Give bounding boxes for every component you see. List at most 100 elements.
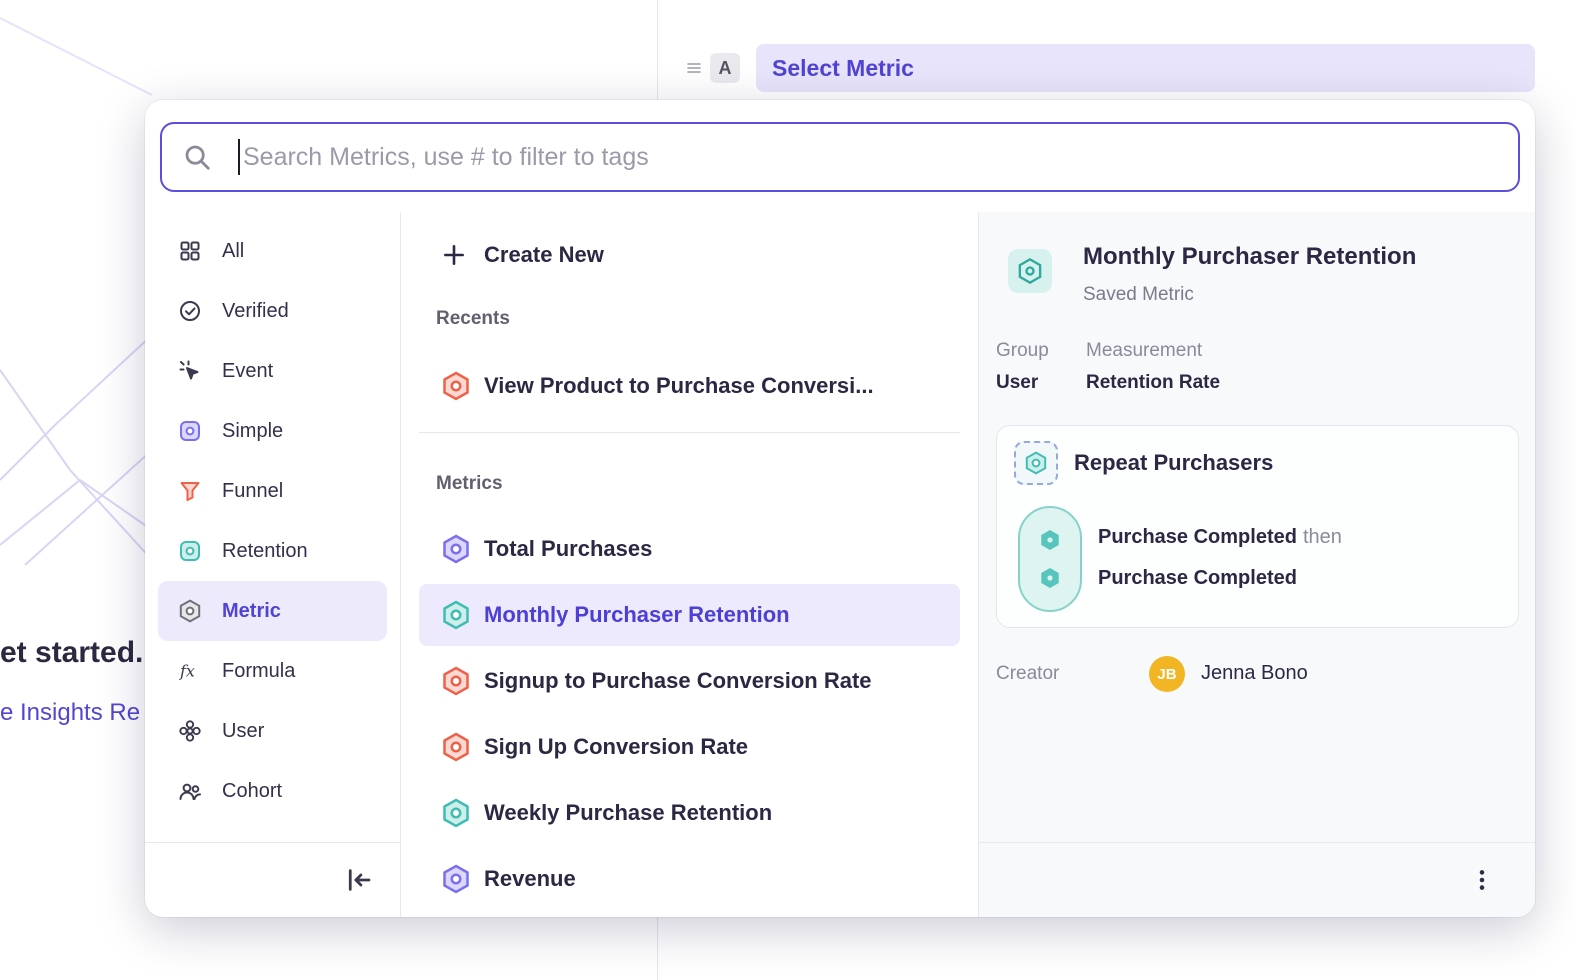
retention-metric-hexagon-icon bbox=[1008, 249, 1052, 293]
metric-item-label: Signup to Purchase Conversion Rate bbox=[484, 668, 872, 694]
funnel-metric-hexagon-icon bbox=[441, 666, 471, 696]
category-sidebar: All Verified Event bbox=[145, 212, 400, 917]
create-new-label: Create New bbox=[484, 242, 604, 268]
definition-step-2: Purchase Completed bbox=[1098, 567, 1297, 589]
definition-name: Repeat Purchasers bbox=[1074, 450, 1273, 476]
decorative-chart-lines bbox=[0, 0, 160, 620]
background-insights-link-fragment[interactable]: e Insights Re bbox=[0, 699, 146, 727]
measurement-label: Measurement bbox=[1086, 340, 1220, 362]
funnel-icon bbox=[178, 479, 202, 503]
background-headline-fragment: et started. bbox=[0, 636, 146, 670]
collapse-sidebar-icon[interactable] bbox=[344, 865, 374, 895]
metric-item-signup-to-purchase-conversion-rate[interactable]: Signup to Purchase Conversion Rate bbox=[419, 650, 960, 712]
query-builder-row: A Select Metric bbox=[686, 38, 1535, 98]
recent-item-view-product-to-purchase[interactable]: View Product to Purchase Conversi... bbox=[419, 355, 960, 417]
sidebar-item-label: Funnel bbox=[222, 480, 283, 503]
sidebar-item-cohort[interactable]: Cohort bbox=[158, 761, 387, 821]
sidebar-item-user[interactable]: User bbox=[158, 701, 387, 761]
sidebar-item-metric[interactable]: Metric bbox=[158, 581, 387, 641]
retention-icon bbox=[178, 539, 202, 563]
metric-item-monthly-purchaser-retention[interactable]: Monthly Purchaser Retention bbox=[419, 584, 960, 646]
behavior-dashed-hexagon-icon bbox=[1014, 441, 1058, 485]
metric-definition-card: Repeat Purchasers Purchase Completed then bbox=[996, 425, 1519, 628]
definition-step-1: Purchase Completed bbox=[1098, 526, 1297, 548]
creator-name: Jenna Bono bbox=[1201, 662, 1308, 684]
grid-icon bbox=[178, 239, 202, 263]
sidebar-item-funnel[interactable]: Funnel bbox=[158, 461, 387, 521]
sidebar-item-label: Event bbox=[222, 360, 273, 383]
list-divider bbox=[419, 432, 960, 433]
metric-item-label: Sign Up Conversion Rate bbox=[484, 734, 748, 760]
measurement-value: Retention Rate bbox=[1086, 372, 1220, 394]
funnel-metric-hexagon-icon bbox=[441, 371, 471, 401]
group-label: Group bbox=[996, 340, 1086, 362]
sidebar-item-label: Simple bbox=[222, 420, 283, 443]
metric-item-label: Total Purchases bbox=[484, 536, 652, 562]
detail-meta: Group User Measurement Retention Rate bbox=[996, 340, 1220, 394]
metric-item-label: Monthly Purchaser Retention bbox=[484, 602, 790, 628]
simple-metric-hexagon-icon bbox=[441, 534, 471, 564]
retention-metric-hexagon-icon bbox=[441, 798, 471, 828]
search-input[interactable] bbox=[243, 143, 1498, 172]
sidebar-item-all[interactable]: All bbox=[158, 221, 387, 281]
user-flower-icon bbox=[178, 719, 202, 743]
modal-body: All Verified Event bbox=[145, 212, 1535, 917]
detail-title: Monthly Purchaser Retention bbox=[1083, 244, 1416, 270]
sidebar-item-label: Metric bbox=[222, 600, 281, 623]
creator-label: Creator bbox=[996, 663, 1059, 685]
sidebar-item-formula[interactable]: fx Formula bbox=[158, 641, 387, 701]
retention-metric-hexagon-icon bbox=[441, 600, 471, 630]
event-hexagon-icon bbox=[1038, 528, 1062, 552]
definition-connector: then bbox=[1303, 526, 1342, 548]
sidebar-item-label: Retention bbox=[222, 540, 308, 563]
metric-item-label: Weekly Purchase Retention bbox=[484, 800, 772, 826]
metric-item-weekly-purchase-retention[interactable]: Weekly Purchase Retention bbox=[419, 782, 960, 844]
metric-item-label: Revenue bbox=[484, 866, 576, 892]
metric-item-total-purchases[interactable]: Total Purchases bbox=[419, 518, 960, 580]
sidebar-footer bbox=[145, 842, 400, 917]
metric-item-revenue[interactable]: Revenue bbox=[419, 848, 960, 910]
detail-subtitle: Saved Metric bbox=[1083, 284, 1416, 306]
select-metric-button[interactable]: Select Metric bbox=[756, 44, 1535, 92]
simple-metric-icon bbox=[178, 419, 202, 443]
plus-icon bbox=[441, 242, 467, 268]
detail-header: Monthly Purchaser Retention Saved Metric bbox=[1008, 249, 1416, 306]
series-letter-badge[interactable]: A bbox=[710, 53, 740, 83]
event-click-icon bbox=[178, 359, 202, 383]
simple-metric-hexagon-icon bbox=[441, 864, 471, 894]
select-metric-label: Select Metric bbox=[772, 55, 914, 82]
sidebar-item-label: Cohort bbox=[222, 780, 282, 803]
formula-icon: fx bbox=[178, 659, 202, 683]
sidebar-item-label: All bbox=[222, 240, 244, 263]
sidebar-item-label: Formula bbox=[222, 660, 295, 683]
sidebar-item-event[interactable]: Event bbox=[158, 341, 387, 401]
detail-footer bbox=[979, 842, 1535, 917]
group-value: User bbox=[996, 372, 1086, 394]
verified-badge-icon bbox=[178, 299, 202, 323]
text-caret bbox=[238, 139, 240, 175]
metric-hexagon-icon bbox=[178, 599, 202, 623]
sidebar-item-retention[interactable]: Retention bbox=[158, 521, 387, 581]
create-new-button[interactable]: Create New bbox=[401, 226, 978, 284]
drag-handle-icon[interactable] bbox=[686, 60, 702, 76]
avatar: JB bbox=[1149, 656, 1185, 692]
funnel-metric-hexagon-icon bbox=[441, 732, 471, 762]
event-hexagon-icon bbox=[1038, 566, 1062, 590]
sidebar-item-label: User bbox=[222, 720, 264, 743]
metric-list-panel: Create New Recents View Product to Purch… bbox=[400, 212, 978, 917]
metric-detail-panel: Monthly Purchaser Retention Saved Metric… bbox=[978, 212, 1535, 917]
metric-picker-modal: All Verified Event bbox=[145, 100, 1535, 917]
search-bar[interactable] bbox=[160, 122, 1520, 192]
metric-item-sign-up-conversion-rate[interactable]: Sign Up Conversion Rate bbox=[419, 716, 960, 778]
sidebar-item-simple[interactable]: Simple bbox=[158, 401, 387, 461]
sidebar-item-verified[interactable]: Verified bbox=[158, 281, 387, 341]
cohort-people-icon bbox=[178, 779, 202, 803]
svg-text:fx: fx bbox=[179, 662, 195, 681]
sidebar-item-label: Verified bbox=[222, 300, 289, 323]
recent-item-label: View Product to Purchase Conversi... bbox=[484, 373, 874, 399]
recents-section-title: Recents bbox=[401, 308, 978, 330]
event-sequence-pill bbox=[1018, 506, 1082, 612]
search-icon bbox=[182, 142, 212, 172]
more-options-icon[interactable] bbox=[1469, 867, 1495, 893]
metrics-section-title: Metrics bbox=[401, 473, 978, 495]
